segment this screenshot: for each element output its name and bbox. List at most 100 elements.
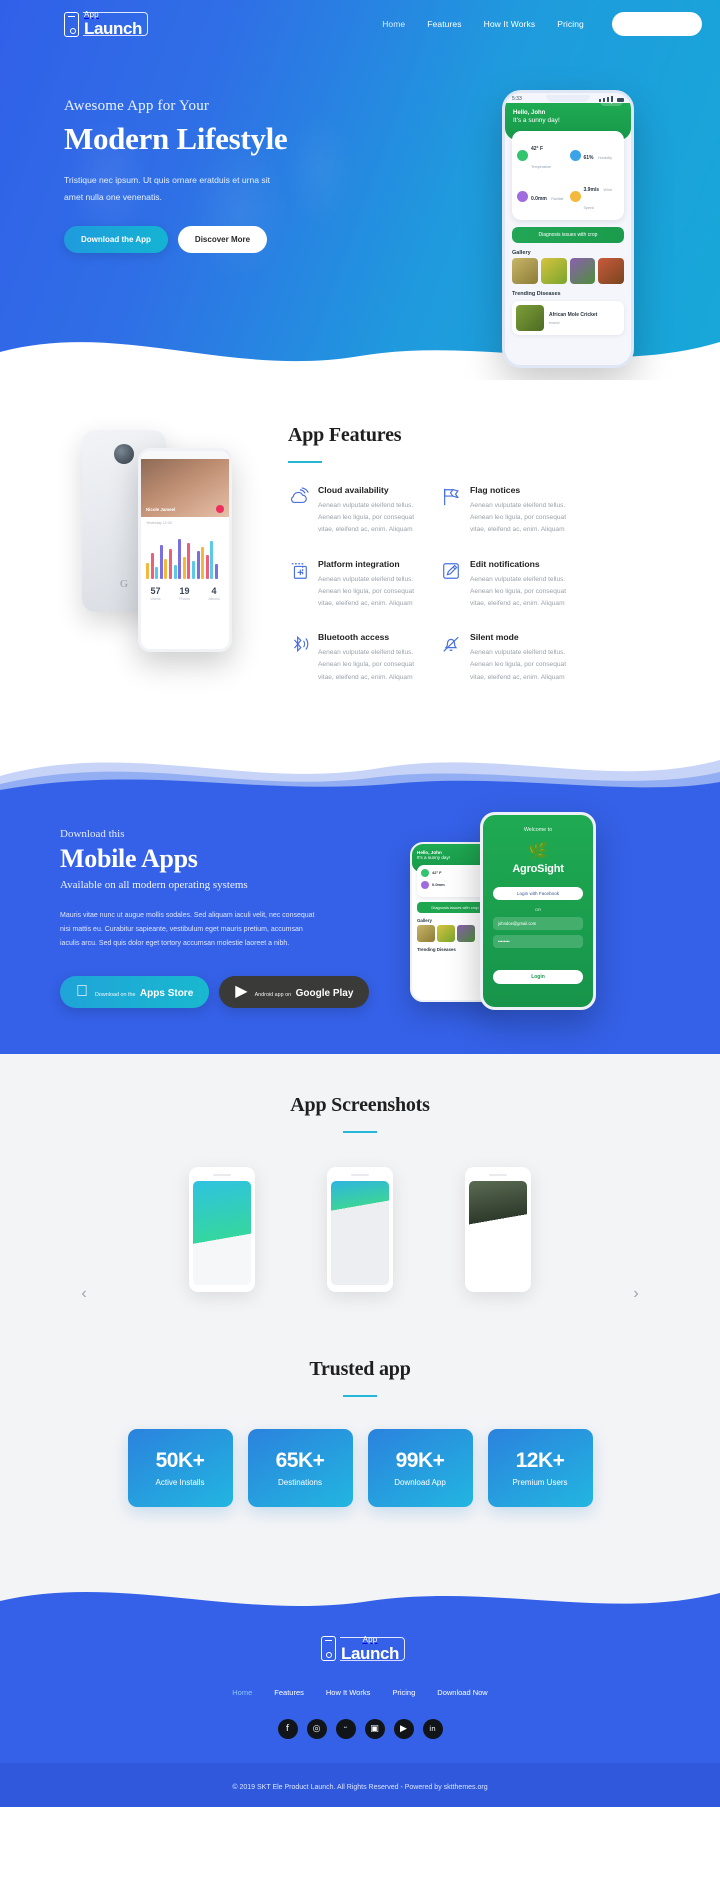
bell-mute-icon [440,632,462,684]
status-time: 5:33 [512,96,522,102]
stat-number: 4 [211,586,217,596]
gallery-thumb[interactable] [512,258,538,284]
feature-text: Aenean vulputate eleifend tellus. Aenean… [318,575,415,607]
footer-nav-pricing[interactable]: Pricing [392,1688,415,1697]
stat-label: Download App [394,1477,446,1487]
gallery-thumb[interactable] [540,258,567,284]
feature-text: Aenean vulputate eleifend tellus. Aenean… [470,502,567,534]
features-title: App Features [288,424,402,446]
phone-metric: 0.0mm Rainfall [517,178,567,214]
screenshot-card[interactable] [327,1166,393,1292]
nav-item-home[interactable]: Home [382,19,405,29]
google-button-big-text: Google Play [283,987,354,999]
mobile-apps-section: Download this Mobile Apps Available on a… [0,793,720,1054]
screenshot-card[interactable] [189,1166,255,1292]
footer-nav-features[interactable]: Features [274,1688,304,1697]
carousel-next-button[interactable]: › [626,1284,646,1304]
stat-number: 50K+ [155,1448,205,1472]
dribbble-icon[interactable]: ◎ [306,1719,327,1740]
gallery-thumb[interactable] [417,924,435,942]
phone-gallery-label: Gallery [512,250,531,256]
footer-nav-download-now[interactable]: Download Now [437,1688,487,1697]
mobile-title: Mobile Apps [60,843,198,873]
screenshots-title: App Screenshots [290,1093,430,1116]
metric-value: 42° F [432,870,442,876]
header-download-now-button[interactable]: Download Now [611,12,702,36]
google-play-button[interactable]: ▶ Android app on Google Play [219,975,370,1008]
feature-text: Aenean vulputate eleifend tellus. Aenean… [470,649,567,681]
footer-nav: Home Features How It Works Pricing Downl… [0,1688,720,1697]
site-logo[interactable]: App Launch [64,11,148,37]
bluetooth-icon [288,632,310,684]
download-the-app-button[interactable]: Download the App [64,225,168,253]
twitter-icon[interactable]: ᵕ [335,1719,356,1740]
features-content: App Features Cloud availability Aenean v… [270,418,720,684]
apple-button-big-text: Apps Store [127,987,193,999]
hero-buttons: Download the App Discover More [64,225,354,253]
metric-label: Rainfall [551,197,564,201]
discover-more-button[interactable]: Discover More [177,225,268,253]
stat-card-premium-users: 12K+ Premium Users [487,1428,593,1507]
apple-app-store-button[interactable]:  Download on the Apps Store [60,975,210,1008]
shot-article [469,1180,527,1285]
feature-title: Bluetooth access [318,632,390,643]
phone-weather-card: 42° F Temperature 61% Humidity 0.0mm Rai… [512,131,624,220]
phone-diagnose-button[interactable]: Diagnosis issues with crop [512,227,624,243]
feature-silent-mode: Silent mode Aenean vulputate eleifend te… [440,632,570,684]
metric-value: 61% [583,155,594,161]
mobile-text-block: Download this Mobile Apps Available on a… [60,828,370,1008]
hero-text-block: Awesome App for Your Modern Lifestyle Tr… [64,98,354,253]
temperature-icon [421,868,429,877]
trending-title: African Mole Cricket [549,311,598,318]
stat-card-destinations: 65K+ Destinations [247,1428,353,1507]
copyright-bar: © 2019 SKT Ele Product Launch. All Right… [0,1763,720,1808]
metric-value: 0.0mm [531,196,547,202]
phone-profile-photo: Nicole Jameel [141,459,229,517]
feature-title: Silent mode [470,632,519,643]
facebook-icon[interactable]: f [277,1719,298,1740]
gallery-thumb[interactable] [437,924,455,942]
section-wave-divider [0,733,720,794]
nav-item-pricing[interactable]: Pricing [557,19,584,29]
gallery-thumb[interactable] [598,258,624,284]
instagram-icon[interactable]: ▣ [364,1719,385,1740]
metric-value: 0.0mm [432,882,445,888]
footer-nav-home[interactable]: Home [232,1688,252,1697]
hero-eyebrow: Awesome App for Your [64,98,210,114]
hero-title: Modern Lifestyle [64,121,288,156]
phone-trending-card[interactable]: African Mole Cricket Insect [512,301,624,335]
carousel-prev-button[interactable]: ‹ [74,1284,94,1304]
phone-meta-text: Yesterday 12:30 [146,521,172,525]
password-field[interactable]: •••••••• [493,934,583,948]
facebook-login-button[interactable]: Login with Facebook [493,886,583,900]
mobile-phone-mockups: Hello, John It's a sunny day! 42° F 0.0m… [402,806,642,1016]
metric-label: Temperature [531,165,552,169]
email-field[interactable]: johndoe@gmail.com [493,916,583,930]
phone-greeting: Hello, John [513,110,546,116]
profile-name: Nicole Jameel [146,507,176,512]
phone-stat-row: 57 Videos 19 Photos 4 Albums [141,579,229,601]
youtube-icon[interactable]: ▶ [393,1719,414,1740]
feature-title: Cloud availability [318,485,389,495]
google-button-small-text: Android app on [242,991,292,998]
stat-card-download-app: 99K+ Download App [367,1428,473,1507]
gallery-thumb[interactable] [457,924,475,942]
record-button-icon[interactable] [216,505,224,513]
stat-label: Albums [208,597,220,601]
gallery-thumb[interactable] [569,258,596,284]
app-features-section: Nicole Jameel Yesterday 12:30 [0,380,720,734]
screenshot-card[interactable] [465,1166,531,1292]
stats-row: 50K+ Active Installs 65K+ Destinations 9… [0,1428,720,1507]
app-screenshots-section: App Screenshots ‹ › [0,1053,720,1336]
phone-outline-icon [64,11,79,37]
nav-item-features[interactable]: Features [427,19,461,29]
small-phone-metric: 42° F [421,868,489,877]
linkedin-icon[interactable]: in [422,1719,443,1740]
footer-nav-how-it-works[interactable]: How It Works [326,1688,370,1697]
pencil-icon [440,559,462,611]
footer-logo[interactable]: App Launch [320,1635,405,1662]
phone-stat: 19 Photos [179,586,190,601]
login-button[interactable]: Login [493,969,583,984]
nav-item-how-it-works[interactable]: How It Works [484,19,536,29]
phone-speaker [213,1173,231,1176]
